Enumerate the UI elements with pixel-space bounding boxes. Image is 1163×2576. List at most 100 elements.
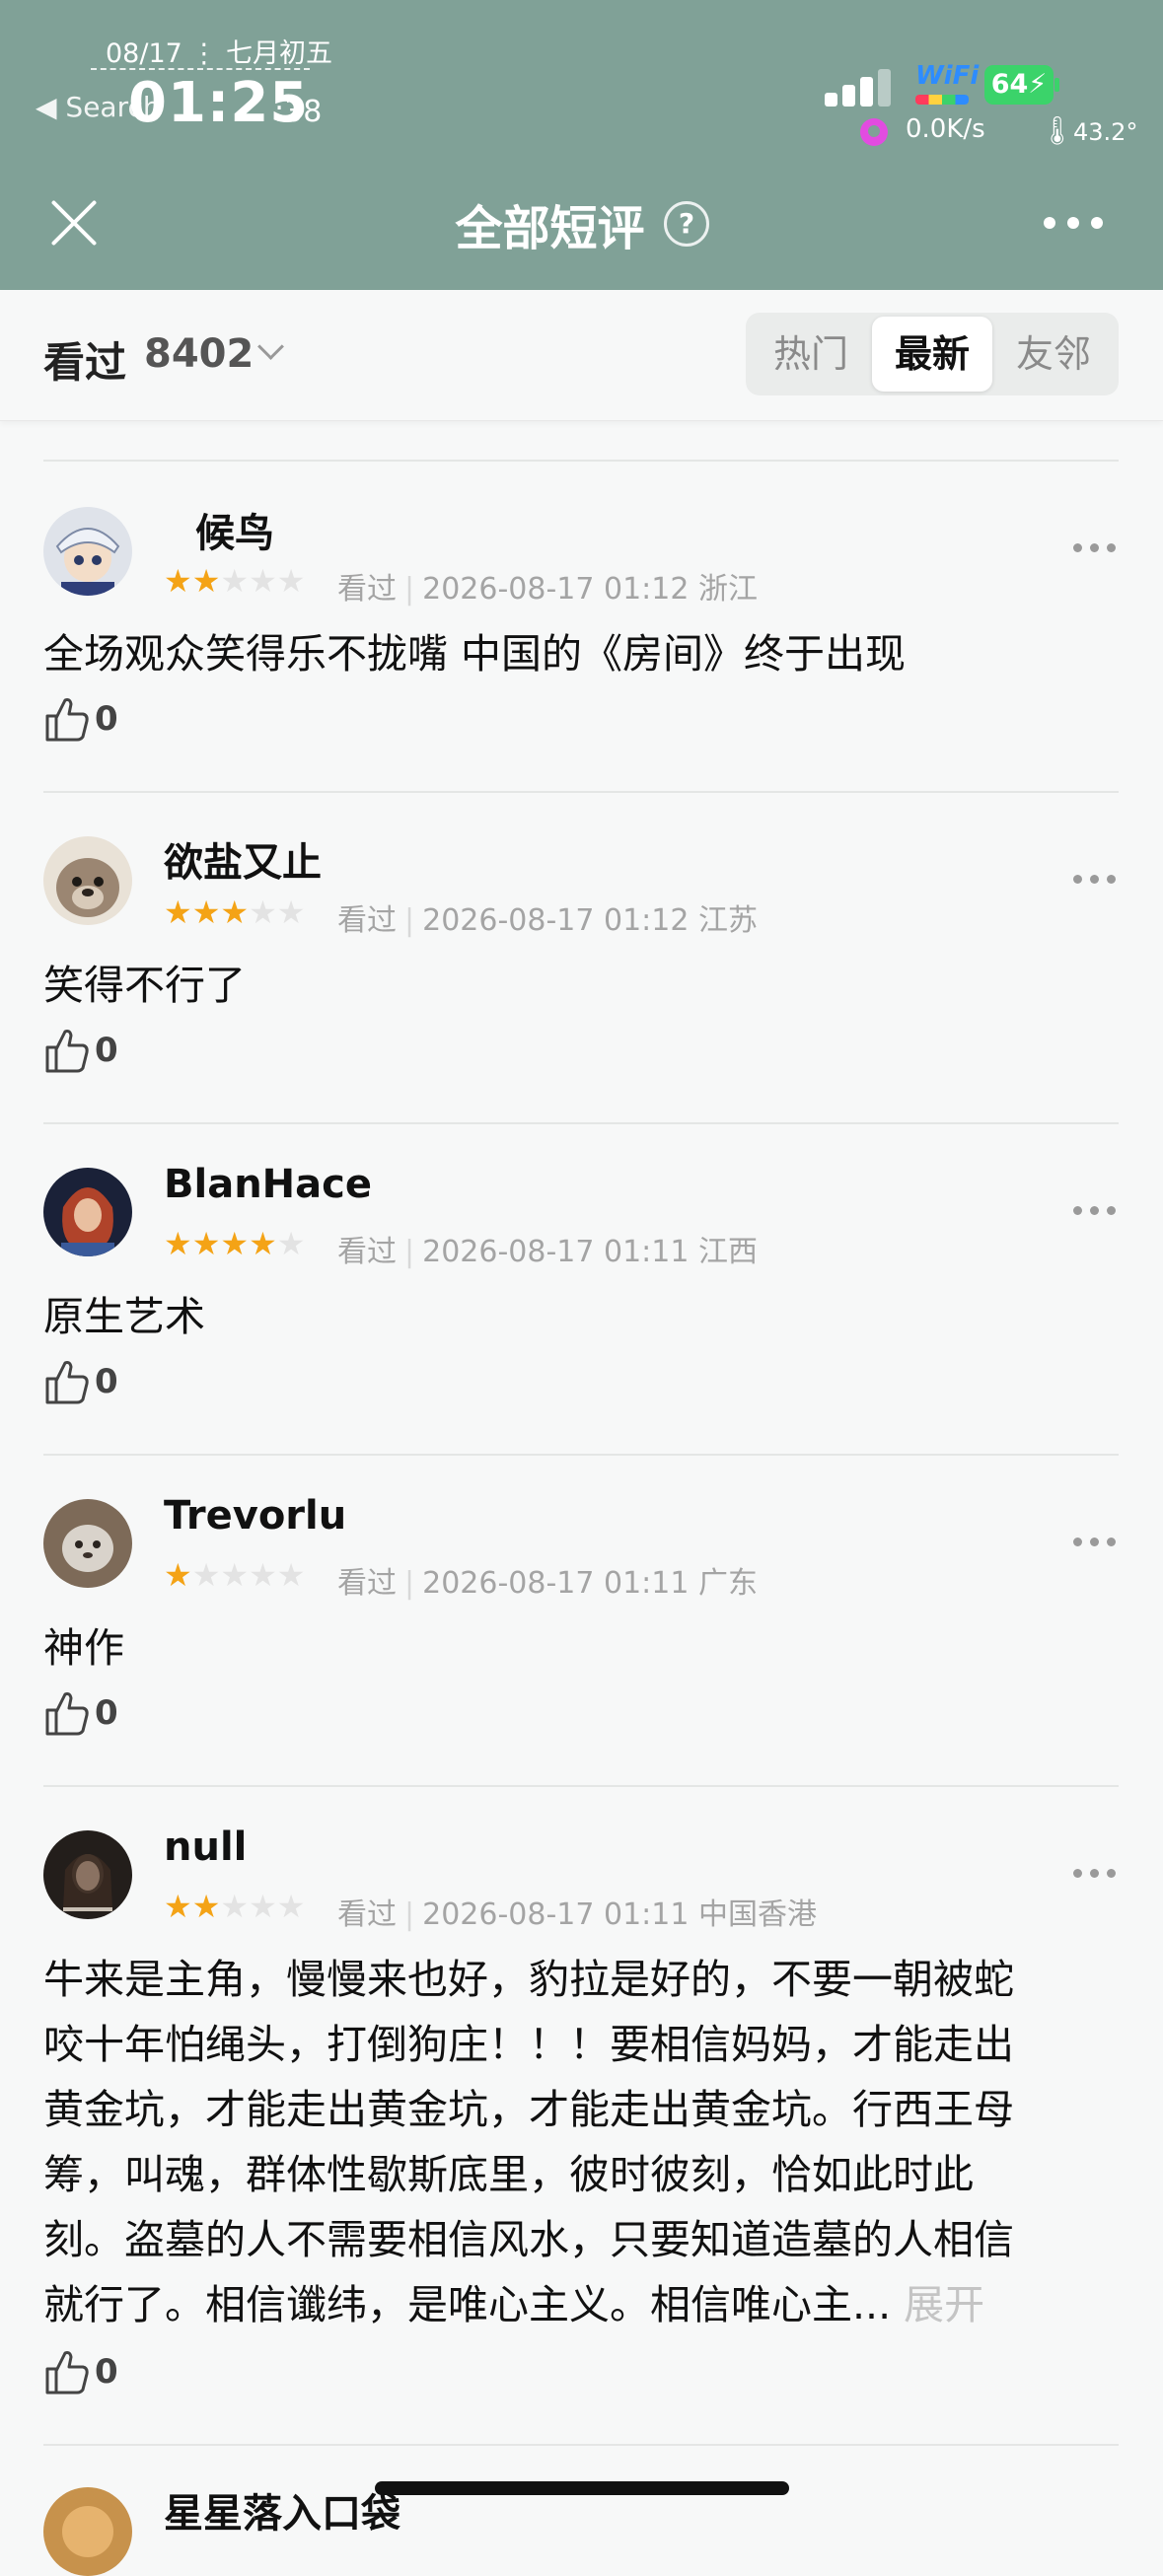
battery-level: 64	[990, 69, 1029, 100]
username[interactable]: 星星落入口袋	[164, 2481, 400, 2539]
star-rating: ★★★★★	[164, 894, 306, 931]
review-text: 全场观众笑得乐不拢嘴 中国的《房间》终于出现	[43, 630, 907, 678]
review-location: 浙江	[698, 572, 758, 607]
watched-filter-label[interactable]: 看过	[43, 329, 126, 390]
like-count: 0	[95, 1693, 118, 1733]
like-count: 0	[95, 1031, 118, 1070]
watch-status: 看过	[337, 572, 397, 607]
help-icon[interactable]: ?	[664, 201, 709, 247]
battery-icon: 64⚡	[984, 65, 1054, 105]
thumbs-up-icon	[45, 698, 89, 742]
username[interactable]: 欲盐又止	[164, 830, 322, 888]
star-rating: ★★★★★	[164, 1888, 306, 1925]
star-rating: ★★★★★	[164, 1225, 306, 1262]
watch-status: 看过	[337, 1897, 397, 1932]
review-meta: 看过 | 2026-08-17 01:11 江西	[337, 1235, 758, 1269]
review-divider	[43, 1122, 1119, 1124]
review-divider	[43, 1454, 1119, 1456]
wifi-strength-bar	[915, 95, 969, 105]
thermometer-icon: 🌡	[1040, 114, 1075, 147]
network-speed: 0.0K/s	[906, 114, 985, 144]
expand-link[interactable]: 展开	[904, 2281, 984, 2328]
thumbs-up-icon	[45, 2351, 89, 2395]
tab-friends[interactable]: 友邻	[994, 313, 1113, 395]
thumbs-up-icon	[45, 1692, 89, 1736]
page-title: 全部短评	[0, 189, 1163, 258]
watch-status: 看过	[337, 1566, 397, 1601]
review-location: 中国香港	[698, 1897, 817, 1932]
tab-hot[interactable]: 热门	[752, 313, 870, 395]
top-header: 08/17 ⋮ 七月初五 ◀ Search 01:25 :38 WiFi 64⚡…	[0, 0, 1163, 290]
avatar[interactable]	[43, 1830, 132, 1919]
tab-latest[interactable]: 最新	[872, 317, 992, 392]
like-button[interactable]: 0	[43, 2347, 118, 2397]
list-top-divider	[43, 460, 1119, 462]
review-location: 江苏	[698, 903, 758, 938]
battery-tip	[1054, 78, 1059, 92]
username[interactable]: Trevorlu	[164, 1493, 346, 1538]
review-text-line: 筹，叫魂，群体性歇斯底里，彼时彼刻，恰如此时此	[43, 2151, 974, 2198]
review-more-button[interactable]	[1073, 1206, 1117, 1222]
review-text: 笑得不行了	[43, 962, 246, 1009]
review-date: 2026-08-17 01:11	[422, 1566, 690, 1601]
star-rating: ★★★★★	[164, 1556, 306, 1594]
watched-count[interactable]: 8402	[144, 331, 254, 377]
review-meta: 看过 | 2026-08-17 01:11 中国香港	[337, 1897, 817, 1932]
like-button[interactable]: 0	[43, 1688, 118, 1738]
home-indicator[interactable]	[375, 2481, 789, 2495]
review-more-button[interactable]	[1073, 543, 1117, 559]
review-text-line: 黄金坑，才能走出黄金坑，才能走出黄金坑。行西王母	[43, 2086, 1014, 2133]
like-count: 0	[95, 699, 118, 739]
like-count: 0	[95, 2352, 118, 2392]
review-text-line: 咬十年怕绳头，打倒狗庄！！！要相信妈妈，才能走出	[43, 2021, 1014, 2068]
review-text: 牛来是主角，慢慢来也好，豹拉是好的，不要一朝被蛇 咬十年怕绳头，打倒狗庄！！！要…	[43, 1947, 1128, 2337]
like-count: 0	[95, 1362, 118, 1401]
thumbs-up-icon	[45, 1030, 89, 1073]
avatar[interactable]	[43, 836, 132, 925]
review-more-button[interactable]	[1073, 1538, 1117, 1553]
review-meta: 看过 | 2026-08-17 01:12 浙江	[337, 572, 758, 607]
watch-status: 看过	[337, 903, 397, 938]
review-more-button[interactable]	[1073, 1869, 1117, 1885]
status-date: 08/17 ⋮ 七月初五	[106, 38, 332, 69]
review-divider	[43, 791, 1119, 793]
thumbs-up-icon	[45, 1361, 89, 1404]
review-text: 原生艺术	[43, 1293, 205, 1340]
temperature: 43.2°	[1073, 118, 1138, 146]
avatar[interactable]	[43, 1499, 132, 1588]
review-text-line-last: 就行了。相信谶纬，是唯心主义。相信唯心主... 展开	[43, 2272, 1128, 2337]
review-more-button[interactable]	[1073, 875, 1117, 891]
wifi-icon: WiFi	[915, 61, 980, 91]
username[interactable]: BlanHace	[164, 1162, 372, 1207]
status-seconds: :38	[274, 95, 323, 129]
review-text-line: 牛来是主角，慢慢来也好，豹拉是好的，不要一朝被蛇	[43, 1956, 1014, 2003]
review-date: 2026-08-17 01:12	[422, 903, 690, 938]
avatar[interactable]	[43, 2487, 132, 2576]
like-button[interactable]: 0	[43, 1026, 118, 1075]
sort-segmented-control: 热门 最新 友邻	[746, 313, 1119, 395]
network-speed-icon	[860, 118, 888, 146]
review-divider	[43, 2444, 1119, 2446]
review-date: 2026-08-17 01:11	[422, 1897, 690, 1932]
page-title-text: 全部短评	[455, 201, 645, 256]
review-meta: 看过 | 2026-08-17 01:11 广东	[337, 1566, 758, 1601]
username[interactable]: null	[164, 1825, 247, 1870]
review-text: 神作	[43, 1624, 124, 1672]
cellular-signal-icon	[825, 67, 896, 107]
review-location: 江西	[698, 1235, 758, 1269]
status-date-underline	[91, 68, 310, 70]
watch-status: 看过	[337, 1235, 397, 1269]
more-options-button[interactable]	[1036, 207, 1115, 237]
review-location: 广东	[698, 1566, 758, 1601]
avatar[interactable]	[43, 507, 132, 596]
review-date: 2026-08-17 01:12	[422, 572, 690, 607]
review-text-line: 刻。盗墓的人不需要相信风水，只要知道造墓的人相信	[43, 2216, 1014, 2263]
like-button[interactable]: 0	[43, 1357, 118, 1406]
review-date: 2026-08-17 01:11	[422, 1235, 690, 1269]
review-divider	[43, 1785, 1119, 1787]
review-meta: 看过 | 2026-08-17 01:12 江苏	[337, 903, 758, 938]
avatar[interactable]	[43, 1168, 132, 1256]
like-button[interactable]: 0	[43, 694, 118, 744]
review-text-line: 就行了。相信谶纬，是唯心主义。相信唯心主...	[43, 2281, 892, 2328]
username[interactable]: 候鸟	[195, 501, 274, 558]
